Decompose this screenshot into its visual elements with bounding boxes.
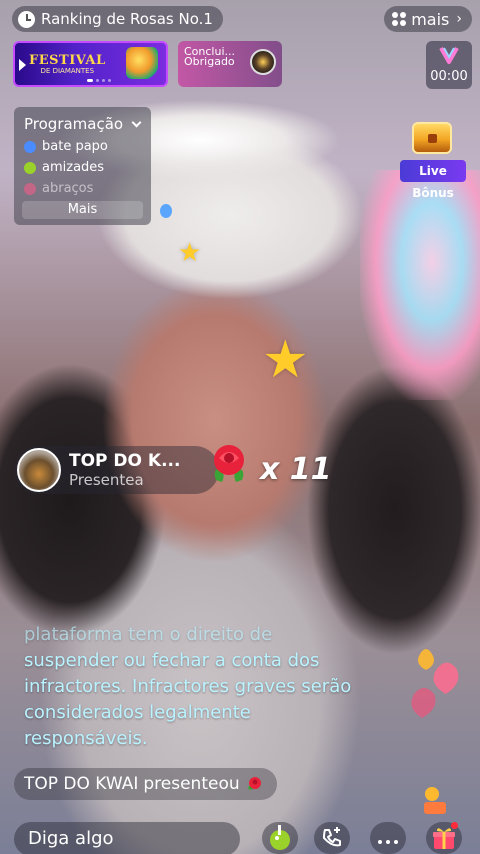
rules-line: plataforma tem o direito de bbox=[24, 624, 273, 645]
play-arrow-icon bbox=[19, 59, 26, 71]
gift-stack-icon bbox=[424, 787, 446, 814]
sticker-button[interactable] bbox=[262, 822, 298, 854]
chat-comment[interactable]: TOP DO KWAI presenteou bbox=[14, 768, 277, 800]
rules-line: considerados legalmente bbox=[24, 702, 251, 723]
gift-action: Presentea bbox=[69, 471, 144, 489]
schedule-panel[interactable]: Programação bate papo amizades abraços M… bbox=[14, 107, 151, 225]
more-options-button[interactable] bbox=[370, 822, 406, 854]
rules-notice: plataforma tem o direito de suspender ou… bbox=[24, 622, 394, 752]
timer-value: 00:00 bbox=[430, 69, 468, 84]
drink-icon bbox=[270, 825, 290, 850]
avatar bbox=[17, 448, 61, 492]
schedule-more-button[interactable]: Mais bbox=[22, 201, 143, 219]
call-button[interactable] bbox=[314, 822, 350, 854]
rose-icon bbox=[214, 445, 244, 482]
star-icon: ★ bbox=[262, 330, 309, 390]
balloon-icon bbox=[24, 161, 36, 174]
rose-icon bbox=[247, 777, 261, 790]
light-glow bbox=[360, 170, 480, 400]
gift-count: x 11 bbox=[260, 452, 332, 487]
schedule-title: Programação bbox=[24, 115, 124, 133]
rules-line: responsáveis. bbox=[24, 728, 148, 749]
schedule-item: abraços bbox=[24, 181, 141, 196]
more-label: mais bbox=[411, 9, 450, 29]
phone-icon bbox=[323, 827, 341, 847]
rules-line: infractores. Infractores graves serão bbox=[24, 676, 352, 697]
balloon-icon bbox=[160, 204, 172, 218]
chevron-right-icon: › bbox=[456, 11, 462, 27]
balloon-icon bbox=[24, 182, 36, 195]
festival-subtitle: DE DIAMANTES bbox=[40, 66, 95, 75]
schedule-item: bate papo bbox=[24, 139, 141, 154]
comment-input[interactable]: Diga algo bbox=[14, 822, 240, 854]
ranking-label: Ranking de Rosas No.1 bbox=[41, 10, 213, 28]
festival-title: FESTIVAL bbox=[29, 52, 106, 68]
comment-username: TOP DO KWAI bbox=[24, 774, 139, 794]
schedule-item: amizades bbox=[24, 160, 141, 175]
chevron-down-icon bbox=[131, 117, 142, 128]
festival-gift-icon bbox=[126, 47, 158, 79]
more-button[interactable]: mais › bbox=[384, 6, 472, 32]
concluded-thumb bbox=[250, 49, 276, 75]
grid-icon bbox=[392, 12, 407, 26]
comment-action: presenteou bbox=[143, 774, 240, 794]
ellipsis-icon bbox=[376, 829, 400, 848]
floating-hearts-icon bbox=[411, 649, 459, 718]
rules-line: suspender ou fechar a conta dos bbox=[24, 650, 320, 671]
concluded-card[interactable]: Conclui... Obrigado bbox=[178, 41, 282, 87]
ranking-pill[interactable]: Ranking de Rosas No.1 bbox=[12, 6, 223, 32]
balloon-icon bbox=[24, 140, 36, 153]
gift-sender-name: TOP DO K... bbox=[69, 451, 181, 471]
live-bonus-button[interactable]: Live Bônus bbox=[398, 118, 468, 200]
timer-widget[interactable]: 00:00 bbox=[426, 41, 472, 89]
star-icon: ★ bbox=[178, 238, 202, 268]
treasure-chest-icon bbox=[412, 122, 452, 154]
live-bonus-label: Live Bônus bbox=[400, 160, 466, 200]
v-badge-icon bbox=[439, 47, 459, 64]
clock-icon bbox=[18, 10, 35, 28]
festival-banner[interactable]: FESTIVAL DE DIAMANTES bbox=[13, 41, 168, 87]
gift-notification[interactable]: TOP DO K... Presentea bbox=[14, 446, 219, 494]
notification-dot bbox=[451, 822, 458, 829]
gift-button[interactable] bbox=[426, 822, 462, 854]
carousel-dots bbox=[87, 79, 111, 82]
